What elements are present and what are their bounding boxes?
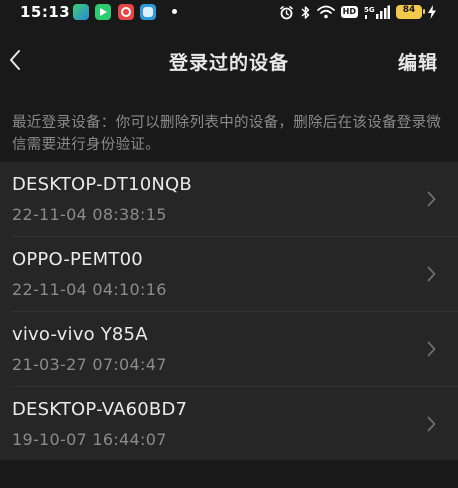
status-time: 15:13: [20, 3, 71, 21]
device-list: DESKTOP-DT10NQB 22-11-04 08:38:15 OPPO-P…: [0, 162, 458, 460]
alarm-icon: [279, 5, 294, 20]
device-item[interactable]: vivo-vivo Y85A 21-03-27 07:04:47: [0, 312, 458, 387]
device-name: OPPO-PEMT00: [12, 249, 143, 270]
edit-button[interactable]: 编辑: [398, 48, 438, 75]
notification-dot-icon: [172, 9, 177, 14]
hd-badge: HD: [340, 6, 358, 18]
device-login-time: 22-11-04 04:10:16: [12, 280, 167, 299]
battery-icon: 84: [396, 5, 425, 19]
chevron-right-icon: [427, 266, 436, 282]
device-login-time: 22-11-04 08:38:15: [12, 205, 167, 224]
browser-icon: [140, 4, 156, 20]
device-name: DESKTOP-DT10NQB: [12, 174, 192, 195]
nav-bar: 登录过的设备 编辑: [0, 26, 458, 96]
status-indicators: HD 5G 84: [279, 3, 436, 21]
signal-icon: 5G: [364, 5, 390, 20]
device-login-time: 21-03-27 07:04:47: [12, 355, 167, 374]
chevron-right-icon: [427, 341, 436, 357]
status-bar: 15:13 HD 5G 84: [0, 0, 458, 26]
battery-level: 84: [402, 5, 416, 15]
device-item[interactable]: DESKTOP-VA60BD7 19-10-07 16:44:07: [0, 387, 458, 461]
video-icon: [95, 4, 111, 20]
app-icon: [73, 4, 89, 20]
bluetooth-icon: [300, 5, 311, 20]
signal-label: 5G: [364, 6, 375, 14]
chevron-right-icon: [427, 416, 436, 432]
device-item[interactable]: OPPO-PEMT00 22-11-04 04:10:16: [0, 237, 458, 312]
chevron-right-icon: [427, 191, 436, 207]
device-name: DESKTOP-VA60BD7: [12, 399, 188, 420]
device-item[interactable]: DESKTOP-DT10NQB 22-11-04 08:38:15: [0, 162, 458, 237]
wifi-icon: [316, 5, 335, 19]
device-login-time: 19-10-07 16:44:07: [12, 430, 167, 449]
compass-icon: [118, 4, 134, 20]
device-name: vivo-vivo Y85A: [12, 324, 148, 345]
device-list-description: 最近登录设备：你可以删除列表中的设备，删除后在该设备登录微信需要进行身份验证。: [12, 115, 442, 153]
charging-icon: [428, 5, 436, 19]
page-title: 登录过的设备: [168, 52, 289, 74]
